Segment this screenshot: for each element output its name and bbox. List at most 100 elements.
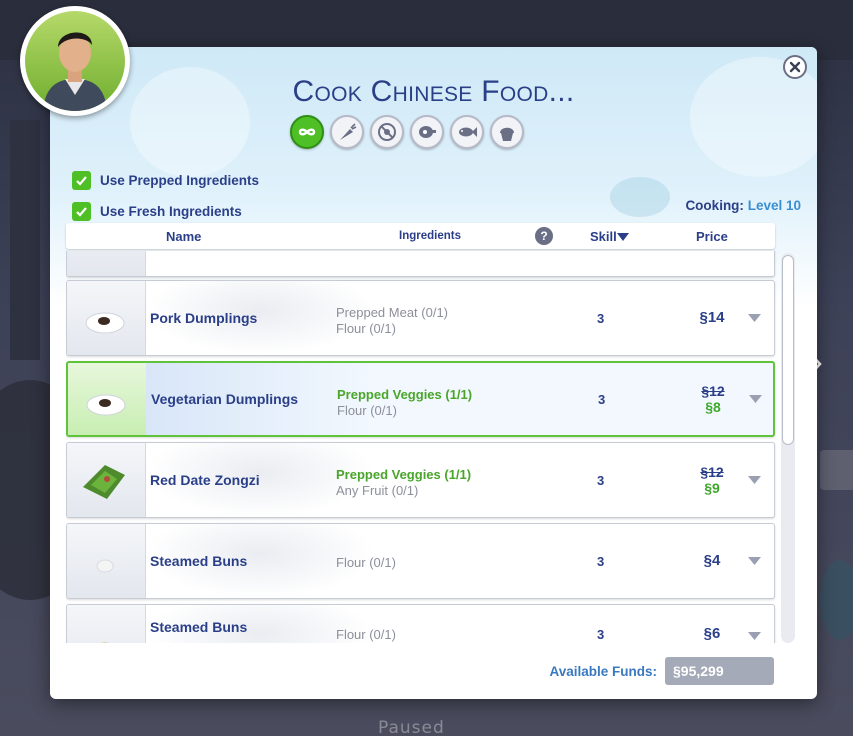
list-scrollbar[interactable]	[781, 253, 795, 643]
recipe-ingredients: Flour (0/1)	[336, 555, 396, 571]
category-filters	[290, 115, 524, 155]
recipe-row-selected[interactable]: Vegetarian Dumplings Prepped Veggies (1/…	[66, 361, 775, 437]
recipe-price: §12 §9	[687, 443, 737, 517]
ingredient-options: Use Prepped Ingredients Use Fresh Ingred…	[72, 169, 259, 231]
close-icon	[789, 61, 801, 73]
help-button[interactable]: ?	[535, 227, 553, 245]
recipe-name: Steamed Buns	[150, 552, 248, 569]
recipe-name: Vegetarian Dumplings	[151, 390, 299, 407]
cupcake-icon	[500, 127, 514, 141]
recipe-row[interactable]: Red Date Zongzi Prepped Veggies (1/1) An…	[66, 442, 775, 518]
paused-label: Paused	[378, 718, 445, 736]
column-name[interactable]: Name	[166, 229, 201, 244]
recipe-name: Red Date Zongzi	[150, 471, 260, 488]
prepped-checkbox[interactable]	[72, 170, 91, 190]
filter-dessert[interactable]	[490, 115, 524, 149]
recipe-skill: 3	[597, 310, 605, 326]
column-ingredients[interactable]: Ingredients	[399, 228, 461, 244]
filter-fish[interactable]	[450, 115, 484, 149]
fresh-checkbox[interactable]	[72, 201, 91, 221]
recipe-ingredients: Prepped Veggies (1/1) Flour (0/1)	[337, 387, 472, 419]
decor-leaf	[610, 177, 670, 217]
filter-no-restriction[interactable]	[370, 115, 404, 149]
zongzi-leaf-icon	[79, 457, 131, 505]
filter-vegetables[interactable]	[330, 115, 364, 149]
recipe-skill: 3	[597, 472, 605, 488]
recipe-skill: 3	[597, 553, 605, 569]
sort-down-icon	[616, 233, 629, 241]
price-value: §6	[703, 625, 721, 642]
infinity-icon	[298, 128, 316, 136]
filter-meat[interactable]	[410, 115, 444, 149]
carrot-icon	[340, 123, 357, 140]
recipe-ingredients: Prepped Meat (0/1) Flour (0/1)	[336, 305, 448, 337]
expand-chevron-icon[interactable]	[748, 443, 761, 517]
recipe-price: §12 §8	[688, 363, 738, 435]
background-sign	[820, 450, 853, 490]
skill-header-label: Skill	[590, 229, 617, 244]
recipe-row-partial[interactable]	[66, 251, 775, 277]
steamed-bun-icon	[79, 538, 131, 586]
recipe-ingredients: Prepped Veggies (1/1) Any Fruit (0/1)	[336, 467, 471, 499]
dumpling-plate-icon	[79, 295, 131, 343]
ingredient: Any Fruit (0/1)	[336, 483, 419, 498]
recipe-price: §6	[687, 605, 737, 643]
discount-price: §9	[704, 480, 720, 496]
dumpling-plate-icon	[80, 377, 132, 425]
background-vase	[820, 560, 853, 640]
funds-value: §95,299	[665, 657, 774, 685]
prepped-label: Use Prepped Ingredients	[100, 172, 260, 188]
cook-dialog: Cook Chinese Food... Use Prepped Ingredi…	[50, 47, 817, 699]
recipe-name: Steamed Buns	[150, 619, 248, 635]
ingredient: Flour (0/1)	[336, 555, 396, 570]
sim-portrait	[25, 11, 125, 111]
recipe-skill: 3	[597, 627, 605, 642]
scrollbar-thumb[interactable]	[782, 255, 794, 445]
dialog-title: Cook Chinese Food...	[292, 75, 575, 108]
recipe-price: §14	[687, 281, 737, 355]
ingredient: Prepped Veggies (1/1)	[336, 467, 472, 482]
checkmark-icon	[76, 206, 87, 217]
use-prepped-option[interactable]: Use Prepped Ingredients	[72, 169, 259, 191]
recipe-name: Pork Dumplings	[150, 309, 258, 326]
recipe-price: §4	[687, 524, 737, 598]
use-fresh-option[interactable]: Use Fresh Ingredients	[72, 200, 259, 222]
sim-avatar[interactable]	[20, 6, 130, 116]
expand-chevron-icon[interactable]	[748, 281, 761, 355]
recipe-row[interactable]: Pork Dumplings Prepped Meat (0/1) Flour …	[66, 280, 775, 356]
funds-label: Available Funds:	[549, 663, 657, 679]
price-value: §14	[699, 309, 725, 326]
recipe-list: Pork Dumplings Prepped Meat (0/1) Flour …	[66, 251, 779, 643]
table-header: Name Ingredients ? Skill Price	[66, 223, 775, 249]
discount-price: §8	[705, 399, 721, 415]
ingredient: Prepped Meat (0/1)	[336, 305, 449, 320]
price-value: §4	[703, 552, 721, 569]
ham-icon	[419, 126, 436, 138]
old-price: §12	[700, 464, 724, 480]
restricted-icon	[378, 123, 396, 141]
column-skill[interactable]: Skill	[590, 229, 629, 244]
recipe-skill: 3	[598, 391, 606, 407]
column-price[interactable]: Price	[696, 229, 728, 244]
expand-chevron-icon[interactable]	[748, 524, 761, 598]
recipe-ingredients: Flour (0/1)	[336, 627, 396, 643]
recipe-thumbnail	[67, 251, 146, 276]
expand-chevron-icon[interactable]	[748, 605, 761, 643]
available-funds: Available Funds: §95,299	[549, 657, 774, 685]
ingredient: Flour (0/1)	[337, 403, 397, 418]
ingredient: Prepped Veggies (1/1)	[337, 387, 473, 402]
steamed-bun-icon	[79, 619, 131, 643]
old-price: §12	[701, 383, 725, 399]
background-pillar	[10, 120, 40, 360]
filter-all[interactable]	[290, 115, 324, 149]
fish-icon	[459, 127, 477, 137]
expand-chevron-icon[interactable]	[749, 363, 762, 435]
skill-label: Cooking:	[685, 198, 744, 213]
recipe-row[interactable]: Steamed Buns Flour (0/1) 3 §4	[66, 523, 775, 599]
fresh-label: Use Fresh Ingredients	[100, 203, 242, 219]
cooking-skill: Cooking: Level 10	[685, 198, 801, 213]
recipe-row[interactable]: Steamed Buns Flour (0/1) 3 §6	[66, 604, 775, 643]
ingredient: Flour (0/1)	[336, 627, 396, 642]
checkmark-icon	[76, 175, 87, 186]
ingredient: Flour (0/1)	[336, 321, 396, 336]
